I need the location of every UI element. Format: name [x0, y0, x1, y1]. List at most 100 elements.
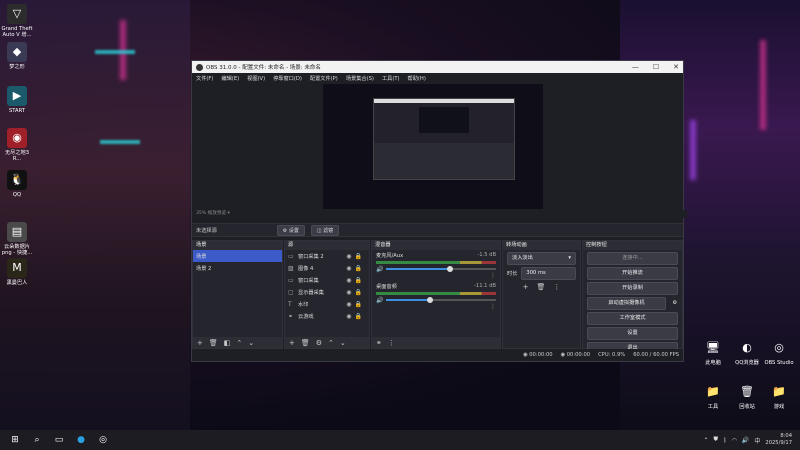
add-icon[interactable]: + [197, 339, 203, 347]
dream-app-icon: ◆ [7, 42, 27, 62]
link-icon[interactable]: ⚭ [376, 339, 382, 347]
desktop-icon[interactable]: ◐ QQ浏览器 [730, 338, 764, 366]
more-icon[interactable]: ⋮ [490, 272, 496, 279]
window-title: OBS 31.0.0 - 配置文件: 未命名 - 场景: 未命名 [206, 65, 321, 71]
duration-label: 时长 [507, 271, 518, 277]
trash-icon[interactable]: 🗑 [209, 339, 218, 347]
desktop-icon[interactable]: M 黑曼巴人 [0, 258, 34, 286]
source-item[interactable]: ▭ 窗口采集 ◉🔒 [285, 274, 369, 286]
scene-item[interactable]: 场景 2 [193, 262, 282, 274]
desktop-icon[interactable]: ▤ 云朵数据片 png - 快捷... [0, 222, 34, 256]
filters-button[interactable]: ◫ 滤镜 [310, 224, 340, 236]
source-item[interactable]: ▨ 图像 4 ◉🔒 [285, 262, 369, 274]
menu-item[interactable]: 配置文件(P) [310, 75, 338, 82]
more-icon[interactable]: ⋮ [490, 303, 496, 310]
source-item[interactable]: ▢ 显示器采集 ◉🔒 [285, 286, 369, 298]
minimize-icon[interactable]: — [632, 61, 639, 73]
control-button[interactable]: 开始录制 [587, 282, 678, 295]
lock-icon[interactable]: 🔒 [355, 289, 365, 296]
scene-item[interactable]: 场景 [193, 250, 282, 262]
qq-browser-icon: ◐ [742, 341, 752, 354]
desktop-icon[interactable]: ◉ 无尽之地3 R... [0, 128, 34, 162]
close-icon[interactable]: ✕ [673, 61, 679, 73]
chevron-down-icon[interactable]: ⌄ [248, 339, 254, 347]
gear-icon[interactable]: ⚙ [316, 339, 322, 347]
gear-icon[interactable]: ⚙ [672, 298, 677, 309]
desktop-icon[interactable]: ◆ 梦之形 [0, 42, 34, 70]
source-item[interactable]: ⚭ 云游戏 ◉🔒 [285, 310, 369, 322]
source-item[interactable]: T 水印 ◉🔒 [285, 298, 369, 310]
desktop-icon[interactable]: 🗑 回收站 [730, 382, 764, 410]
bluetooth-icon[interactable]: ᛒ [723, 437, 727, 444]
eye-icon[interactable]: ◉ [346, 253, 354, 260]
desktop-icon[interactable]: 🐧 QQ [0, 170, 34, 198]
obs-icon[interactable]: ◎ [96, 433, 110, 447]
connecting-status: 连接中... [587, 252, 678, 265]
menu-item[interactable]: 帮助(H) [408, 75, 426, 82]
menu-bar: 文件(F) 编辑(E) 视图(V) 停靠窗口(D) 配置文件(P) 场景集合(S) 工具(T… [192, 73, 683, 83]
trash-icon[interactable]: 🗑 [301, 339, 310, 347]
desktop-icon-label: 工具 [707, 404, 719, 410]
source-item[interactable]: ▭ 窗口采集 2 ◉🔒 [285, 250, 369, 262]
lock-icon[interactable]: 🔒 [355, 253, 365, 260]
desktop-icon[interactable]: ◎ OBS Studio [762, 338, 796, 366]
volume-icon[interactable]: 🔊 [376, 266, 383, 273]
menu-item[interactable]: 工具(T) [382, 75, 400, 82]
duration-input[interactable]: 300 ms [521, 267, 576, 280]
menu-item[interactable]: 场景集合(S) [346, 75, 374, 82]
shield-icon[interactable]: ⛊ [714, 436, 719, 444]
obs-window[interactable]: OBS 31.0.0 - 配置文件: 未命名 - 场景: 未命名 — ☐ ✕ 文… [191, 60, 687, 362]
chevron-up-icon[interactable]: ⌃ [236, 339, 242, 347]
more-icon[interactable]: ⋮ [553, 283, 560, 291]
zoom-control[interactable]: 35% 缩放预览 ▾ [192, 210, 687, 218]
eye-icon[interactable]: ◉ [346, 289, 354, 296]
title-bar[interactable]: OBS 31.0.0 - 配置文件: 未命名 - 场景: 未命名 — ☐ ✕ [192, 61, 683, 73]
desktop-icon[interactable]: 🖥 此电脑 [696, 338, 730, 366]
desktop-icon-label: 梦之形 [9, 64, 25, 70]
chevron-up-icon[interactable]: ⌃ [703, 437, 708, 444]
add-icon[interactable]: + [289, 339, 295, 347]
volume-icon[interactable]: 🔊 [376, 297, 383, 304]
language-indicator[interactable]: 中 [754, 436, 760, 445]
eye-icon[interactable]: ◉ [346, 313, 354, 320]
desktop-icon-label: 游戏 [773, 404, 785, 410]
menu-item[interactable]: 视图(V) [247, 75, 265, 82]
search-icon[interactable]: ⌕ [30, 433, 44, 447]
control-button[interactable]: 设置 [587, 327, 678, 340]
desktop-icon[interactable]: 📁 游戏 [762, 382, 796, 410]
control-button[interactable]: 工作室模式 [587, 312, 678, 325]
volume-slider[interactable]: 🔊 [376, 266, 496, 273]
settings-button[interactable]: ⚙ 设置 [276, 224, 305, 236]
clock[interactable]: 8:04 2025/9/17 [765, 433, 792, 447]
lock-icon[interactable]: 🔒 [355, 277, 365, 284]
chevron-down-icon[interactable]: ⌄ [340, 339, 346, 347]
chevron-up-icon[interactable]: ⌃ [328, 339, 334, 347]
lock-icon[interactable]: 🔒 [355, 313, 365, 320]
lock-icon[interactable]: 🔒 [355, 301, 365, 308]
filter-icon[interactable]: ◧ [224, 339, 231, 347]
transition-select[interactable]: 淡入淡出 ▾ [507, 252, 576, 265]
eye-icon[interactable]: ◉ [346, 301, 354, 308]
lock-icon[interactable]: 🔒 [355, 265, 365, 272]
volume-slider[interactable]: 🔊 [376, 297, 496, 304]
eye-icon[interactable]: ◉ [346, 277, 354, 284]
desktop-icon[interactable]: ▽ Grand Theft Auto V 增... [0, 4, 34, 38]
control-button[interactable]: 开始推流 [587, 267, 678, 280]
preview-canvas[interactable] [323, 84, 543, 209]
qq-browser-icon[interactable]: ● [74, 433, 88, 447]
desktop-icon[interactable]: ▶ START [0, 86, 34, 114]
wifi-icon[interactable]: ◠ [732, 437, 737, 444]
menu-item[interactable]: 编辑(E) [221, 75, 239, 82]
more-icon[interactable]: ⋮ [388, 339, 395, 347]
desktop-icon[interactable]: 📁 工具 [696, 382, 730, 410]
volume-icon[interactable]: 🔊 [742, 437, 749, 444]
trash-icon[interactable]: 🗑 [536, 283, 545, 291]
maximize-icon[interactable]: ☐ [653, 61, 659, 73]
eye-icon[interactable]: ◉ [346, 265, 354, 272]
add-icon[interactable]: + [523, 283, 529, 291]
windows-start-icon[interactable]: ⊞ [8, 433, 22, 447]
control-button[interactable]: 启动虚拟摄像机 ⚙ [587, 297, 677, 310]
menu-item[interactable]: 停靠窗口(D) [273, 75, 302, 82]
task-view-icon[interactable]: ▭ [52, 433, 66, 447]
menu-item[interactable]: 文件(F) [196, 75, 213, 82]
